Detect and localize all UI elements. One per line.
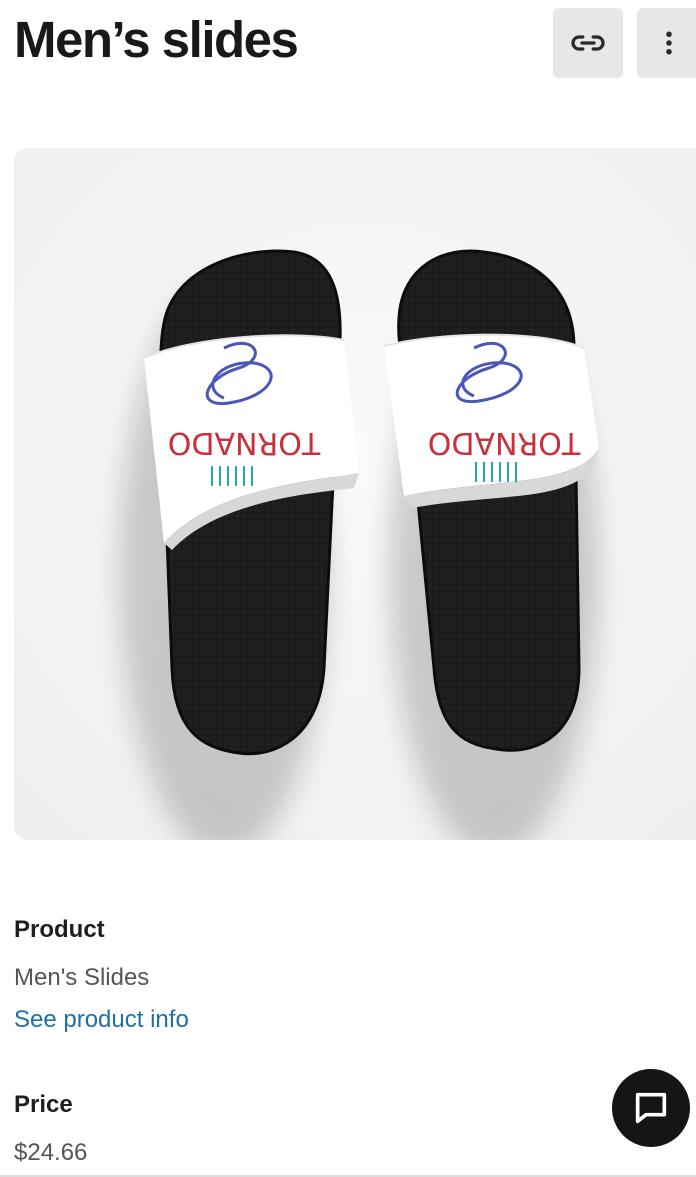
product-value: Men's Slides	[14, 964, 150, 991]
strap-text-right: TORNADO	[428, 425, 581, 460]
chat-button[interactable]	[612, 1069, 690, 1147]
page-title: Men’s slides	[14, 11, 299, 68]
right-slide: TORNADO	[383, 249, 599, 840]
more-options-button[interactable]	[637, 8, 696, 78]
product-label: Product	[14, 916, 105, 943]
link-icon	[571, 35, 605, 51]
more-vertical-icon	[666, 31, 672, 55]
product-image[interactable]: TORNADO TORNADO	[14, 148, 696, 840]
copy-link-button[interactable]	[553, 8, 623, 78]
price-value: $24.66	[14, 1139, 88, 1166]
see-product-info-link[interactable]: See product info	[14, 1006, 189, 1034]
chat-bubble-icon	[635, 1092, 667, 1124]
price-label: Price	[14, 1091, 73, 1118]
strap-text-left: TORNADO	[168, 425, 321, 460]
product-page: Men’s slides TORNADO TORNADO Product Men…	[0, 0, 696, 1177]
slides-illustration: TORNADO TORNADO	[14, 148, 696, 840]
